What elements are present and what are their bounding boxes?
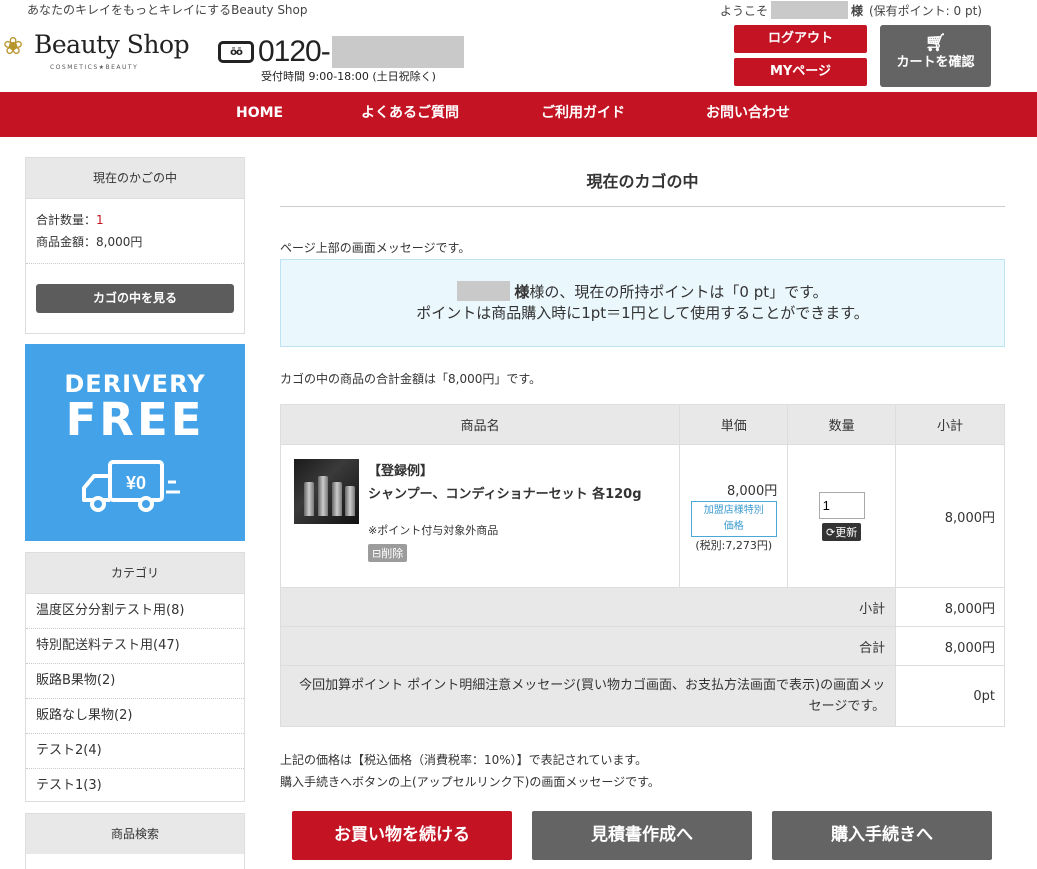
header-price: 単価 <box>679 404 789 445</box>
price-notes: 上記の価格は【税込価格（消費税率：10%）】で表記されています。 購入手続きへボ… <box>280 749 660 793</box>
logout-button[interactable]: ログアウト <box>734 25 867 53</box>
points-info-text: 様の、現在の所持ポイントは「0 pt」です。 <box>529 283 828 301</box>
freedial-icon: ōō <box>218 41 254 63</box>
cart-item-qty: ⟳更新 <box>787 444 897 588</box>
welcome-suffix: 様 <box>850 3 863 18</box>
special-line2: 価格 <box>723 520 744 532</box>
total-label: 合計 <box>279 626 897 666</box>
special-price-badge: 加盟店様特別 価格 <box>690 500 777 537</box>
special-line1: 加盟店様特別 <box>703 504 764 516</box>
nav-guide[interactable]: ご利用ガイド <box>541 92 625 135</box>
category-item[interactable]: 販路なし果物(2) <box>26 698 244 733</box>
sidebar-categories: カテゴリ 温度区分分割テスト用(8) 特別配送料テスト用(47) 販路B果物(2… <box>25 552 245 802</box>
view-cart-button[interactable]: 🛒︎ カートを確認 <box>880 25 991 87</box>
welcome-prefix: ようこそ <box>719 3 768 18</box>
nav-faq[interactable]: よくあるご質問 <box>361 92 459 135</box>
cart-table: 商品名 単価 数量 小計 【登録例】 シャンプー、コンディショナーセット 各12… <box>279 404 1005 727</box>
view-cart-label: カートを確認 <box>896 55 975 70</box>
category-item[interactable]: テスト2(4) <box>26 733 244 768</box>
cart-icon: 🛒︎ <box>924 33 947 53</box>
site-logo[interactable]: ❀ Beauty Shop COSMETICS★BEAUTY <box>3 30 190 71</box>
header-subtotal: 小計 <box>895 404 1005 445</box>
mypage-button[interactable]: MYページ <box>734 58 867 86</box>
delivery-truck-icon: ¥0 <box>82 460 180 512</box>
points-sama: 様 <box>514 283 530 301</box>
sidebar-total-amount: 商品金額：8,000円 <box>36 235 143 249</box>
sidebar-search: 商品検索 <box>25 813 245 869</box>
brand-name: Beauty Shop <box>34 30 190 59</box>
product-tag: 【登録例】 <box>368 464 434 479</box>
sidebar-cart-summary: 合計数量：1 商品金額：8,000円 <box>26 198 244 263</box>
product-thumbnail[interactable] <box>294 459 359 524</box>
points-label: 今回加算ポイント ポイント明細注意メッセージ(買い物カゴ画面、お支払方法画面で表… <box>279 665 897 727</box>
cart-item-row: 【登録例】 シャンプー、コンディショナーセット 各120g ※ポイント付与対象外… <box>279 444 1005 588</box>
welcome-message: ようこそ 様 (保有ポイント: 0 pt) <box>720 1 982 19</box>
quantity-input[interactable] <box>818 491 865 519</box>
category-item[interactable]: 特別配送料テスト用(47) <box>26 628 244 663</box>
phone-number: ōō 0120- <box>218 35 464 69</box>
subtotal-label: 小計 <box>279 587 897 627</box>
nav-home[interactable]: HOME <box>236 92 283 135</box>
category-item[interactable]: 温度区分分割テスト用(8) <box>26 593 244 628</box>
tax-excluded: (税別:7,273円) <box>695 538 773 552</box>
checkout-message: 購入手続きへボタンの上(アップセルリンク下)の画面メッセージです。 <box>280 775 660 789</box>
category-item[interactable]: 販路B果物(2) <box>26 663 244 698</box>
brand-subtitle: COSMETICS★BEAUTY <box>50 64 139 71</box>
delete-label: 削除 <box>381 547 404 560</box>
points-info-box: 様様の、現在の所持ポイントは「0 pt」です。 ポイントは商品購入時に1pt＝1… <box>280 259 1005 347</box>
unit-price: 8,000円 <box>727 483 778 499</box>
cart-item-subtotal: 8,000円 <box>895 444 1005 588</box>
update-label: 更新 <box>835 525 858 539</box>
product-name[interactable]: シャンプー、コンディショナーセット 各120g <box>368 483 642 502</box>
delete-button[interactable]: ⊟削除 <box>368 544 408 562</box>
points-info-line1: 様様の、現在の所持ポイントは「0 pt」です。 <box>281 281 1004 303</box>
masked-username <box>457 281 511 301</box>
points-value: 0pt <box>895 665 1005 727</box>
total-message: カゴの中の商品の合計金額は「8,000円」です。 <box>280 372 542 386</box>
masked-phone <box>331 36 464 68</box>
cart-item-product: 【登録例】 シャンプー、コンディショナーセット 各120g ※ポイント付与対象外… <box>279 444 681 588</box>
nav-contact[interactable]: お問い合わせ <box>706 92 790 135</box>
main-nav: HOME よくあるご質問 ご利用ガイド お問い合わせ <box>0 92 1037 137</box>
continue-shopping-button[interactable]: お買い物を続ける <box>292 811 512 860</box>
subtotal-value: 8,000円 <box>895 587 1005 627</box>
product-note: ※ポイント付与対象外商品 <box>368 524 499 537</box>
total-row: 合計 8,000円 <box>279 626 1005 666</box>
top-message: ページ上部の画面メッセージです。 <box>280 241 471 255</box>
phone-prefix: 0120- <box>258 35 331 68</box>
search-title: 商品検索 <box>26 814 244 854</box>
banner-line2: FREE <box>65 393 205 446</box>
sidebar-cart: 現在のかごの中 合計数量：1 商品金額：8,000円 カゴの中を見る <box>25 157 245 334</box>
sidebar-total-qty: 合計数量：1 <box>36 209 234 231</box>
total-qty-value: 1 <box>96 213 104 227</box>
tax-note: 上記の価格は【税込価格（消費税率：10%）】で表記されています。 <box>280 753 648 767</box>
refresh-icon: ⟳ <box>826 525 836 539</box>
proceed-checkout-button[interactable]: 購入手続きへ <box>772 811 992 860</box>
total-qty-label: 合計数量： <box>36 213 97 227</box>
cart-item-price: 8,000円 加盟店様特別 価格 (税別:7,273円) <box>679 444 789 588</box>
minus-icon: ⊟ <box>372 547 382 560</box>
points-balance: (保有ポイント: 0 pt) <box>869 3 982 18</box>
category-title: カテゴリ <box>26 553 244 593</box>
sidebar-cart-title: 現在のかごの中 <box>26 158 244 198</box>
free-delivery-banner[interactable]: DERIVERY FREE ¥0 <box>25 344 245 541</box>
subtotal-row: 小計 8,000円 <box>279 587 1005 627</box>
points-info-line2: ポイントは商品購入時に1pt＝1円として使用することができます。 <box>416 304 869 322</box>
page-title: 現在のカゴの中 <box>280 157 1005 207</box>
view-cart-sidebar-button[interactable]: カゴの中を見る <box>36 284 234 313</box>
update-button[interactable]: ⟳更新 <box>822 522 862 541</box>
business-hours: 受付時間 9:00-18:00 (土日祝除く) <box>261 70 436 83</box>
category-item[interactable]: テスト1(3) <box>26 768 244 803</box>
banner-price: ¥0 <box>126 473 146 493</box>
site-tagline: あなたのキレイをもっとキレイにするBeauty Shop <box>27 3 308 17</box>
create-estimate-button[interactable]: 見積書作成へ <box>532 811 752 860</box>
header-product: 商品名 <box>279 404 681 445</box>
header-qty: 数量 <box>787 404 897 445</box>
points-row: 今回加算ポイント ポイント明細注意メッセージ(買い物カゴ画面、お支払方法画面で表… <box>279 665 1005 727</box>
masked-username <box>770 1 848 19</box>
total-value: 8,000円 <box>895 626 1005 666</box>
flower-icon: ❀ <box>3 32 24 60</box>
